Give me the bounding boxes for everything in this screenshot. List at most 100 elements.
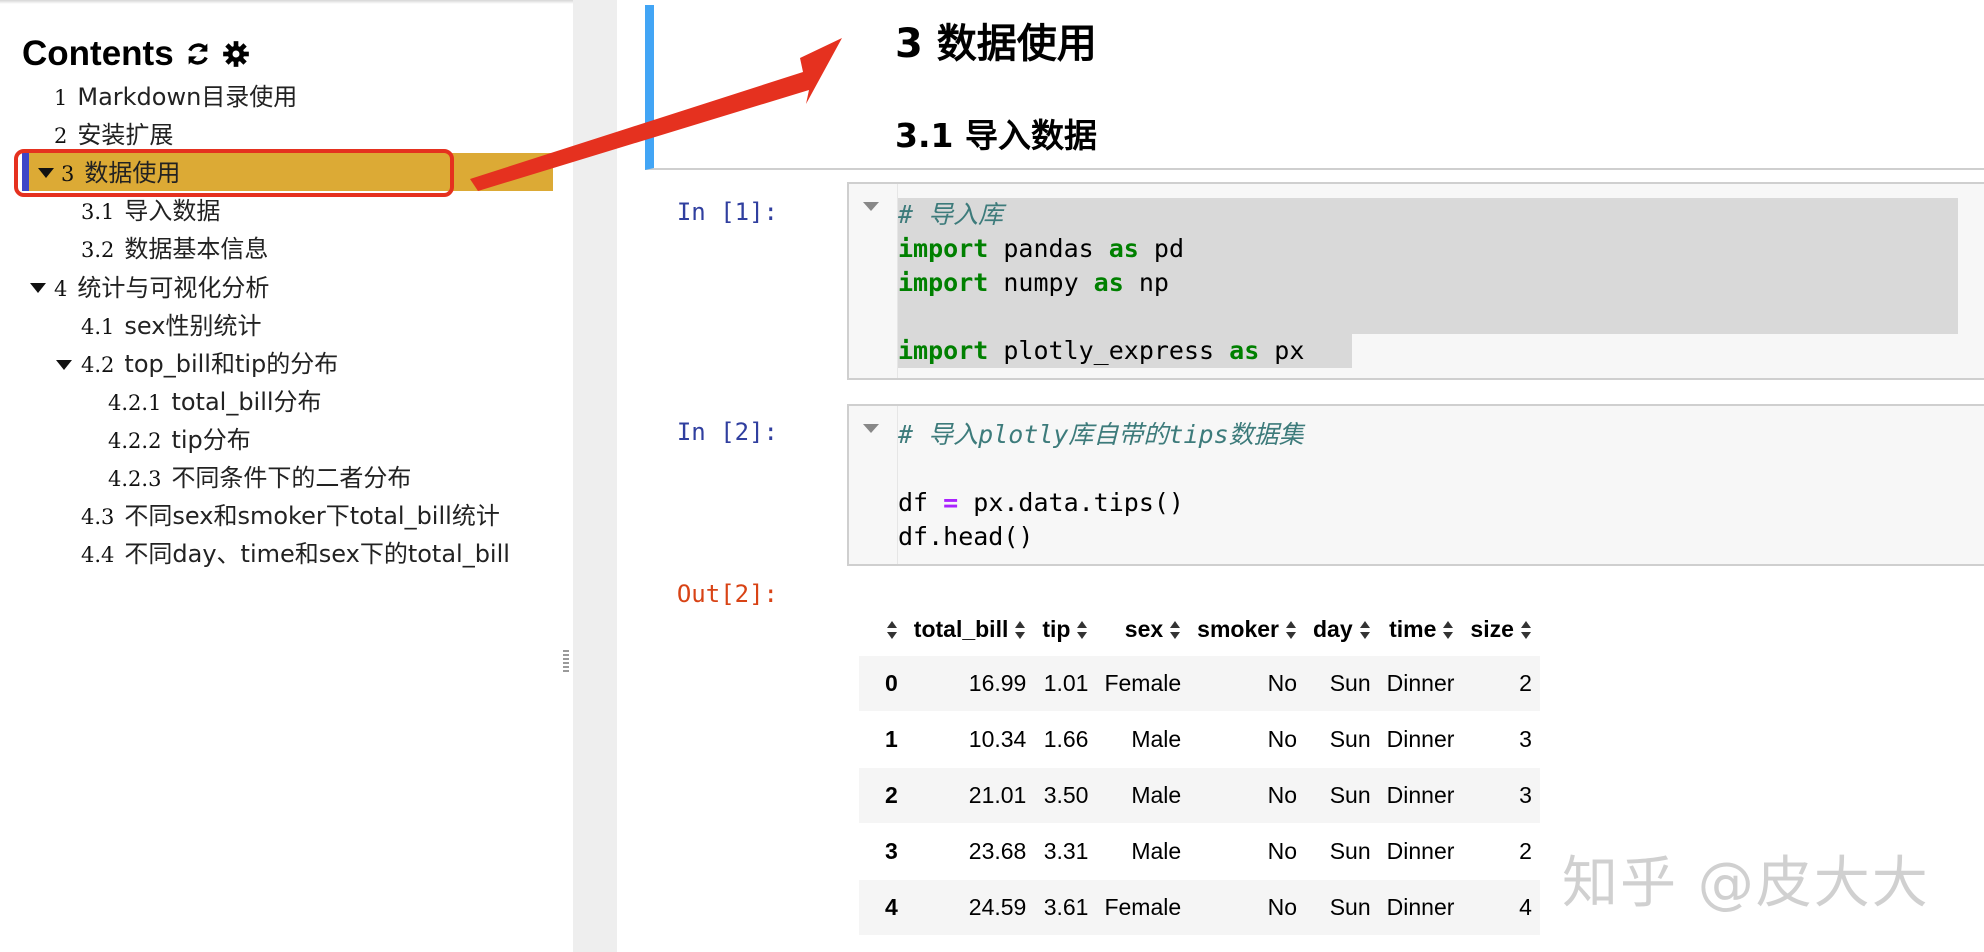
toc-item-number: 3.1	[81, 200, 115, 224]
code-cell-2[interactable]: # 导入plotly库自带的tips数据集 df = px.data.tips(…	[847, 404, 1984, 566]
toc-item-number: 1	[54, 86, 68, 110]
sort-icon[interactable]	[1076, 620, 1088, 640]
sidebar-splitter[interactable]	[573, 0, 617, 952]
table-cell: No	[1189, 655, 1305, 712]
toc-item-number: 4.3	[81, 505, 115, 529]
code-line: df = px.data.tips()	[898, 488, 1184, 517]
code-line: # 导入库	[898, 198, 1958, 232]
table-cell: Sun	[1305, 823, 1379, 880]
table-cell: Male	[1096, 767, 1190, 824]
table-cell: 3.50	[1034, 767, 1097, 824]
column-header[interactable]: size	[1462, 603, 1539, 656]
toc-item-label: 不同条件下的二者分布	[171, 464, 412, 492]
input-prompt: In [1]:	[676, 198, 778, 226]
code-line	[898, 300, 1958, 334]
table-cell: 1.01	[1034, 655, 1097, 712]
table-cell: Female	[1096, 655, 1190, 712]
toc-item-1[interactable]: 1 Markdown目录使用	[54, 79, 297, 115]
refresh-icon[interactable]	[184, 40, 212, 68]
toc-item-4-2-3[interactable]: 4.2.3 不同条件下的二者分布	[108, 460, 411, 496]
table-cell: 21.01	[905, 767, 1035, 824]
table-row: 0 16.99 1.01 Female No Sun Dinner 2	[859, 655, 1540, 712]
toc-item-4-4[interactable]: 4.4 不同day、time和sex下的total_bill	[81, 536, 510, 572]
output-prompt: Out[2]:	[676, 580, 778, 608]
sort-icon[interactable]	[886, 620, 898, 640]
table-cell: Male	[1096, 823, 1190, 880]
sort-icon[interactable]	[1520, 620, 1532, 640]
table-cell: 16.99	[905, 655, 1035, 712]
toc-item-label: Markdown目录使用	[77, 83, 298, 111]
table-row: 2 21.01 3.50 Male No Sun Dinner 3	[859, 767, 1540, 824]
table-cell: 2	[1462, 823, 1540, 880]
toc-item-3-1[interactable]: 3.1 导入数据	[81, 193, 220, 229]
table-cell: Sun	[1305, 879, 1379, 935]
collapse-triangle-icon[interactable]	[56, 360, 72, 370]
column-header[interactable]: time	[1379, 603, 1463, 656]
toc-item-number: 2	[54, 124, 68, 148]
toc-item-number: 3.2	[81, 238, 115, 262]
toc-item-label: 不同day、time和sex下的total_bill	[124, 540, 510, 568]
collapse-cell-icon[interactable]	[863, 424, 879, 433]
sort-icon[interactable]	[1359, 620, 1371, 640]
toc-item-4-2-1[interactable]: 4.2.1 total_bill分布	[108, 384, 322, 420]
toc-item-4-1[interactable]: 4.1 sex性别统计	[81, 308, 261, 344]
input-prompt: In [2]:	[676, 418, 778, 446]
sort-icon[interactable]	[1014, 620, 1026, 640]
heading-section-3: 3 数据使用	[895, 21, 1097, 67]
toc-item-label: 不同sex和smoker下total_bill统计	[124, 502, 500, 530]
toc-top-shadow	[0, 0, 573, 4]
table-cell: No	[1189, 879, 1305, 935]
column-header[interactable]: sex	[1096, 603, 1189, 656]
code-line: df.head()	[898, 522, 1034, 551]
table-cell: Dinner	[1378, 711, 1463, 768]
column-header[interactable]: total_bill	[906, 603, 1035, 656]
toc-item-label: tip分布	[171, 426, 251, 454]
table-cell: 3	[1462, 711, 1540, 768]
notebook-panel: 3 数据使用 3.1 导入数据 In [1]: # 导入库 import pan…	[617, 0, 1984, 952]
toc-item-3-2[interactable]: 3.2 数据基本信息	[81, 231, 268, 267]
markdown-cell[interactable]: 3 数据使用 3.1 导入数据	[645, 5, 1984, 170]
sort-icon[interactable]	[1169, 620, 1181, 640]
collapse-triangle-icon[interactable]	[30, 283, 46, 293]
toc-item-number: 4.4	[81, 543, 115, 567]
column-header[interactable]	[859, 603, 906, 656]
collapse-cell-icon[interactable]	[863, 202, 879, 211]
table-cell: 23.68	[905, 823, 1035, 880]
toc-item-number: 4	[54, 277, 68, 301]
table-cell: 3.61	[1034, 879, 1097, 935]
table-row: 4 24.59 3.61 Female No Sun Dinner 4	[859, 879, 1540, 935]
table-header-row: total_bill tip sex smoker day time size	[859, 603, 1540, 656]
code-editor[interactable]: # 导入库 import pandas as pd import numpy a…	[897, 184, 1984, 378]
code-line: import numpy as np	[898, 266, 1958, 300]
table-cell: 0	[859, 655, 906, 712]
table-cell: Male	[1096, 711, 1190, 768]
heading-section-3-1: 3.1 导入数据	[895, 116, 1097, 155]
table-cell: 4	[1462, 879, 1540, 935]
toc-item-4[interactable]: 4 统计与可视化分析	[54, 270, 269, 306]
sort-icon[interactable]	[1442, 620, 1454, 640]
gear-icon[interactable]	[222, 40, 250, 68]
toc-item-label: 安装扩展	[77, 121, 174, 149]
toc-item-label: 数据基本信息	[124, 235, 269, 263]
code-editor[interactable]: # 导入plotly库自带的tips数据集 df = px.data.tips(…	[897, 406, 1984, 564]
table-cell: 2	[1462, 655, 1540, 712]
table-cell: Dinner	[1378, 823, 1463, 880]
table-row: 1 10.34 1.66 Male No Sun Dinner 3	[859, 711, 1540, 768]
code-cell-1[interactable]: # 导入库 import pandas as pd import numpy a…	[847, 182, 1984, 380]
column-header[interactable]: smoker	[1189, 603, 1305, 656]
toc-item-number: 4.2	[81, 353, 115, 377]
resize-grip-icon[interactable]	[563, 650, 569, 672]
toc-item-4-3[interactable]: 4.3 不同sex和smoker下total_bill统计	[81, 498, 500, 534]
toc-item-2[interactable]: 2 安装扩展	[54, 117, 173, 153]
toc-item-label: 导入数据	[124, 197, 221, 225]
column-header[interactable]: tip	[1034, 603, 1096, 656]
sort-icon[interactable]	[1285, 620, 1297, 640]
table-cell: Sun	[1305, 711, 1379, 768]
table-cell: Dinner	[1378, 655, 1463, 712]
table-cell: Dinner	[1378, 767, 1463, 824]
toc-item-4-2-2[interactable]: 4.2.2 tip分布	[108, 422, 251, 458]
table-cell: 4	[859, 879, 906, 935]
table-cell: No	[1189, 823, 1305, 880]
column-header[interactable]: day	[1305, 603, 1379, 656]
toc-item-4-2[interactable]: 4.2 top_bill和tip的分布	[81, 346, 338, 382]
